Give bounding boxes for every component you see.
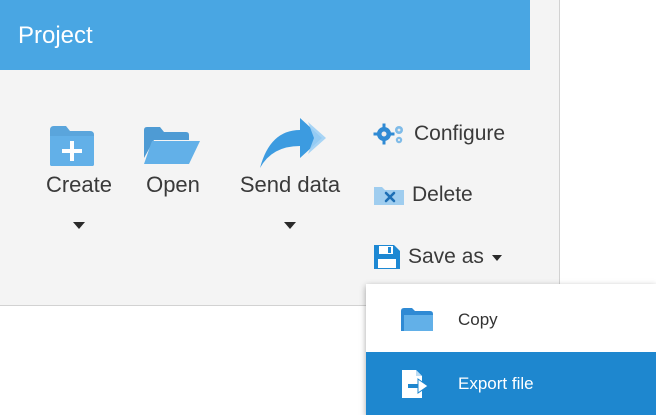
- send-data-button[interactable]: Send data: [226, 0, 354, 270]
- configure-button[interactable]: Configure: [372, 117, 505, 151]
- delete-button[interactable]: Delete: [372, 178, 473, 212]
- menu-item-export-file[interactable]: Export file: [366, 352, 656, 415]
- save-as-dropdown-caret[interactable]: [491, 255, 502, 261]
- menu-item-export-file-label: Export file: [458, 373, 534, 393]
- configure-label: Configure: [414, 122, 506, 145]
- create-button[interactable]: Create: [38, 0, 120, 270]
- share-arrow-icon: [260, 118, 326, 168]
- open-button[interactable]: Open: [136, 0, 210, 270]
- floppy-disk-icon: [374, 245, 400, 269]
- export-file-icon: [402, 369, 429, 398]
- delete-label: Delete: [412, 183, 473, 206]
- open-label: Open: [146, 172, 200, 197]
- send-data-dropdown-caret[interactable]: [284, 222, 296, 229]
- folder-open-icon: [144, 127, 200, 164]
- send-data-label: Send data: [239, 172, 341, 197]
- create-dropdown-caret[interactable]: [73, 222, 85, 229]
- folder-icon: [401, 308, 433, 331]
- delete-x-icon: [374, 187, 404, 205]
- save-as-menu: Copy Export file: [366, 284, 656, 415]
- menu-item-copy-label: Copy: [458, 310, 498, 329]
- folder-plus-icon: [50, 126, 94, 166]
- create-label: Create: [45, 172, 113, 197]
- save-as-label: Save as: [408, 245, 484, 268]
- menu-item-copy[interactable]: Copy: [366, 288, 656, 352]
- save-as-button[interactable]: Save as: [372, 240, 502, 274]
- gears-icon: [373, 123, 403, 145]
- project-panel: Project Create Open Send data Configure …: [0, 0, 560, 306]
